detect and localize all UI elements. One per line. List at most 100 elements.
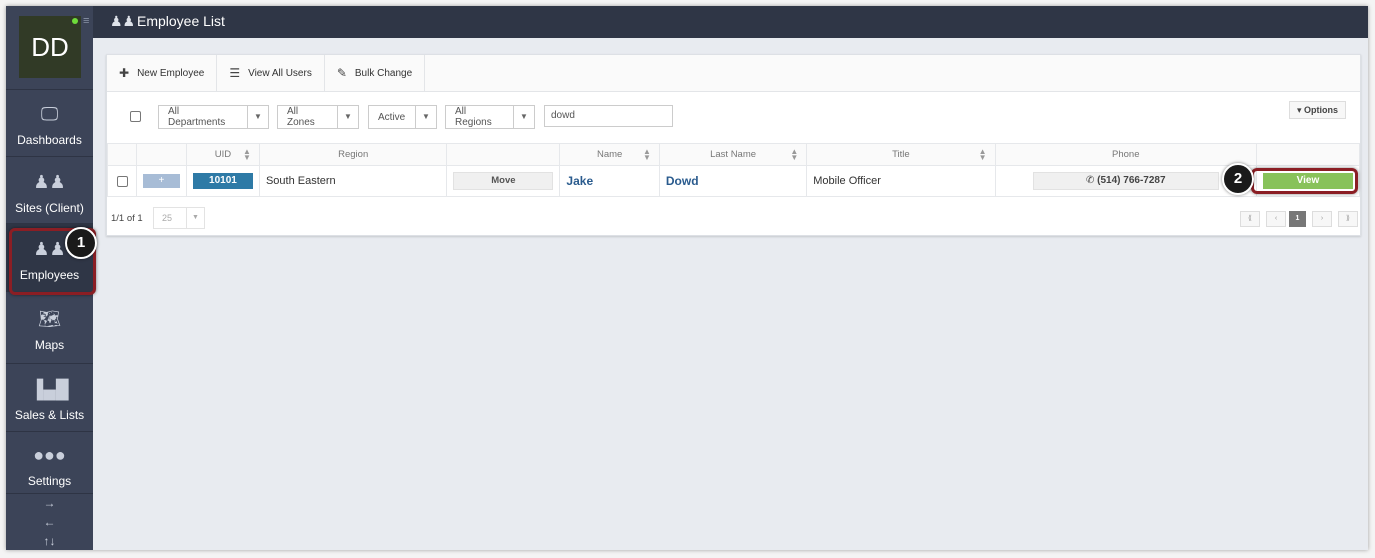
bulk-change-button[interactable]: ✎ Bulk Change bbox=[325, 55, 426, 91]
new-employee-label: New Employee bbox=[137, 67, 205, 79]
header-move bbox=[446, 143, 561, 166]
header-expand bbox=[135, 143, 187, 166]
move-cell: Move bbox=[446, 165, 561, 197]
first-name-link[interactable]: Jake bbox=[566, 174, 593, 188]
region-header-label: Region bbox=[338, 149, 369, 160]
page-1-button[interactable]: 1 bbox=[1289, 211, 1306, 227]
sidebar-item-label: Sales & Lists bbox=[14, 408, 85, 422]
sort-icon: ▲ ▼ bbox=[790, 147, 799, 162]
employee-table: UID ▲ ▼ Region Name ▲ ▼ Last Name ▲ ▼ Title… bbox=[107, 143, 1361, 197]
regions-value: All Regions bbox=[455, 106, 492, 128]
expand-row-button[interactable]: + bbox=[142, 174, 180, 188]
header-select bbox=[107, 143, 137, 166]
user-panel: DD ≡ bbox=[6, 6, 93, 90]
move-button[interactable]: Move bbox=[453, 172, 554, 190]
ellipsis-icon: ●●● bbox=[33, 445, 66, 465]
menu-toggle-icon[interactable]: ≡ bbox=[83, 16, 89, 27]
employee-list-panel: ✚ New Employee ☰ View All Users ✎ Bulk C… bbox=[106, 54, 1361, 236]
arrow-left-icon[interactable]: ← bbox=[6, 513, 93, 532]
sidebar-item-settings[interactable]: ●●● Settings bbox=[6, 432, 93, 494]
table-footer: 1/1 of 1 25 ▼ ⟪ ‹ 1 › ⟫ bbox=[107, 205, 1360, 235]
chevron-down-icon: ▼ bbox=[186, 208, 204, 228]
header-actions bbox=[1255, 143, 1361, 166]
title-cell: Mobile Officer bbox=[806, 165, 996, 197]
select-all-checkbox[interactable] bbox=[130, 111, 141, 122]
chart-icon: ▐▄█ bbox=[30, 379, 69, 399]
prev-page-button[interactable]: ‹ bbox=[1266, 211, 1286, 227]
header-uid[interactable]: UID ▲ ▼ bbox=[185, 143, 260, 166]
sidebar-item-maps[interactable]: 🗺 Maps bbox=[6, 292, 93, 364]
phone-header-label: Phone bbox=[1112, 149, 1140, 160]
header-name[interactable]: Name ▲ ▼ bbox=[559, 143, 660, 166]
chevron-down-icon: ▼ bbox=[415, 106, 436, 128]
step2-badge: 2 bbox=[1222, 163, 1254, 195]
per-page-select[interactable]: 25 ▼ bbox=[153, 207, 205, 229]
expand-cell: + bbox=[135, 165, 187, 197]
status-select[interactable]: Active ▼ bbox=[368, 105, 437, 129]
sidebar-item-sites[interactable]: ♟♟ Sites (Client) bbox=[6, 157, 93, 224]
departments-value: All Departments bbox=[168, 106, 226, 128]
table-header-row: UID ▲ ▼ Region Name ▲ ▼ Last Name ▲ ▼ Title… bbox=[107, 143, 1361, 166]
chevron-down-icon: ▼ bbox=[337, 106, 358, 128]
uid-header-label: UID bbox=[214, 149, 232, 160]
sort-arrows-icon[interactable]: ↑↓ bbox=[6, 532, 93, 550]
app-window: DD ≡ 🖵 Dashboards ♟♟ Sites (Client) ♟♟ E… bbox=[6, 6, 1368, 550]
regions-select[interactable]: All Regions ▼ bbox=[445, 105, 535, 129]
next-page-button[interactable]: › bbox=[1312, 211, 1332, 227]
chevron-down-icon: ▼ bbox=[513, 106, 534, 128]
step2-highlight bbox=[1251, 168, 1358, 194]
last-page-button[interactable]: ⟫ bbox=[1338, 211, 1358, 227]
table-row: + 10101 South Eastern Move Jake Dowd Mob… bbox=[107, 165, 1361, 197]
sort-icon: ▲ ▼ bbox=[978, 147, 987, 162]
zones-value: All Zones bbox=[287, 106, 315, 128]
search-input[interactable]: dowd bbox=[544, 105, 673, 127]
monitor-icon: 🖵 bbox=[40, 104, 59, 124]
sites-icon: ♟♟ bbox=[33, 172, 66, 192]
zones-select[interactable]: All Zones ▼ bbox=[277, 105, 359, 129]
sidebar-arrows: → ← ↑↓ bbox=[6, 494, 93, 550]
sort-icon: ▲ ▼ bbox=[642, 147, 651, 162]
header-region: Region bbox=[258, 143, 448, 166]
phone-icon: ✆ bbox=[1085, 175, 1095, 186]
sidebar-item-label: Maps bbox=[34, 338, 65, 352]
view-all-users-button[interactable]: ☰ View All Users bbox=[217, 55, 325, 91]
options-button[interactable]: ▾ Options bbox=[1289, 101, 1347, 119]
header-title[interactable]: Title ▲ ▼ bbox=[806, 143, 996, 166]
phone-button[interactable]: ✆ (514) 766-7287 bbox=[1032, 172, 1219, 190]
chevron-down-icon: ▼ bbox=[247, 106, 268, 128]
sidebar-item-sales-lists[interactable]: ▐▄█ Sales & Lists bbox=[6, 364, 93, 432]
header-last-name[interactable]: Last Name ▲ ▼ bbox=[658, 143, 808, 166]
row-checkbox[interactable] bbox=[117, 175, 128, 187]
sidebar-item-label: Sites (Client) bbox=[15, 201, 84, 215]
phone-cell: ✆ (514) 766-7287 bbox=[994, 165, 1257, 197]
page-header: ♟♟ Employee List bbox=[93, 6, 1368, 38]
departments-select[interactable]: All Departments ▼ bbox=[158, 105, 269, 129]
uid-badge[interactable]: 10101 bbox=[192, 173, 253, 189]
sidebar-item-label: Settings bbox=[27, 474, 72, 488]
uid-cell: 10101 bbox=[185, 165, 260, 197]
name-cell: Jake bbox=[559, 165, 660, 197]
region-cell: South Eastern bbox=[258, 165, 448, 197]
bulk-change-label: Bulk Change bbox=[354, 67, 413, 79]
list-icon: ☰ bbox=[229, 66, 241, 80]
arrow-right-icon[interactable]: → bbox=[6, 494, 93, 513]
avatar[interactable]: DD bbox=[19, 16, 81, 78]
status-value: Active bbox=[378, 111, 406, 123]
new-employee-button[interactable]: ✚ New Employee bbox=[107, 55, 218, 91]
map-icon: 🗺 bbox=[38, 309, 61, 329]
phone-number: (514) 766-7287 bbox=[1097, 175, 1166, 186]
sidebar-item-dashboards[interactable]: 🖵 Dashboards bbox=[6, 90, 93, 157]
users-icon: ♟♟ bbox=[110, 13, 136, 29]
last-name-header-label: Last Name bbox=[710, 149, 757, 160]
toolbar: ✚ New Employee ☰ View All Users ✎ Bulk C… bbox=[107, 55, 1360, 92]
filter-bar: All Departments ▼ All Zones ▼ Active ▼ A… bbox=[107, 92, 1360, 143]
step1-badge: 1 bbox=[65, 227, 97, 259]
title-header-label: Title bbox=[892, 149, 910, 160]
record-count: 1/1 of 1 bbox=[111, 213, 143, 224]
view-all-users-label: View All Users bbox=[248, 67, 312, 79]
first-page-button[interactable]: ⟪ bbox=[1240, 211, 1260, 227]
sort-icon: ▲ ▼ bbox=[243, 147, 251, 162]
pencil-icon: ✎ bbox=[336, 66, 347, 80]
page-title: Employee List bbox=[137, 13, 225, 29]
last-name-link[interactable]: Dowd bbox=[666, 174, 699, 188]
